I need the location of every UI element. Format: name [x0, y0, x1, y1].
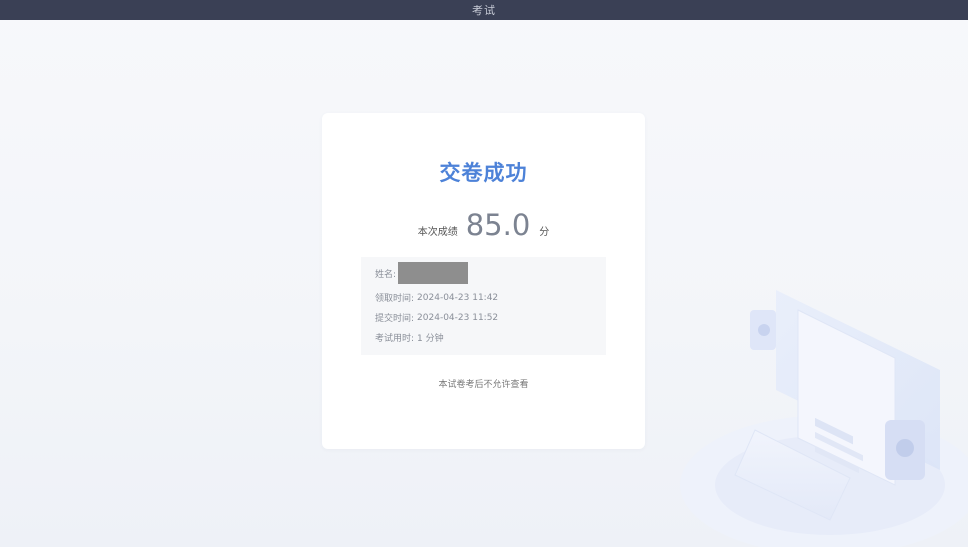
result-title: 交卷成功	[439, 161, 528, 185]
info-row-submit-time: 提交时间: 2024-04-23 11:52	[375, 311, 499, 325]
submit-time-label: 提交时间:	[375, 314, 415, 324]
receipt-document-illustration	[680, 290, 968, 547]
score-value: 85.0	[465, 208, 531, 242]
result-card: 交卷成功 本次成绩 85.0 分 姓名: 领取时间: 2024-04-23 11…	[322, 113, 645, 449]
page-title: 考试	[472, 4, 496, 17]
score-row: 本次成绩 85.0 分	[322, 211, 645, 240]
submit-time-value: 2024-04-23 11:52	[417, 312, 499, 323]
exam-info-panel: 姓名: 领取时间: 2024-04-23 11:42 提交时间: 2024-04…	[361, 257, 606, 355]
top-bar: 考试	[0, 0, 968, 20]
receive-time-label: 领取时间:	[375, 294, 415, 304]
score-unit: 分	[539, 227, 550, 238]
redacted-name	[398, 262, 469, 284]
name-label: 姓名:	[375, 269, 397, 280]
info-row-duration: 考试用时: 1 分钟	[375, 331, 444, 344]
receive-time-value: 2024-04-23 11:42	[417, 292, 499, 303]
score-label: 本次成绩	[417, 227, 458, 238]
review-note: 本试卷考后不允许查看	[438, 380, 529, 390]
duration-value: 1 分钟	[417, 334, 444, 344]
duration-label: 考试用时:	[375, 334, 415, 344]
info-row-name: 姓名:	[375, 262, 469, 284]
info-row-receive-time: 领取时间: 2024-04-23 11:42	[375, 291, 499, 305]
